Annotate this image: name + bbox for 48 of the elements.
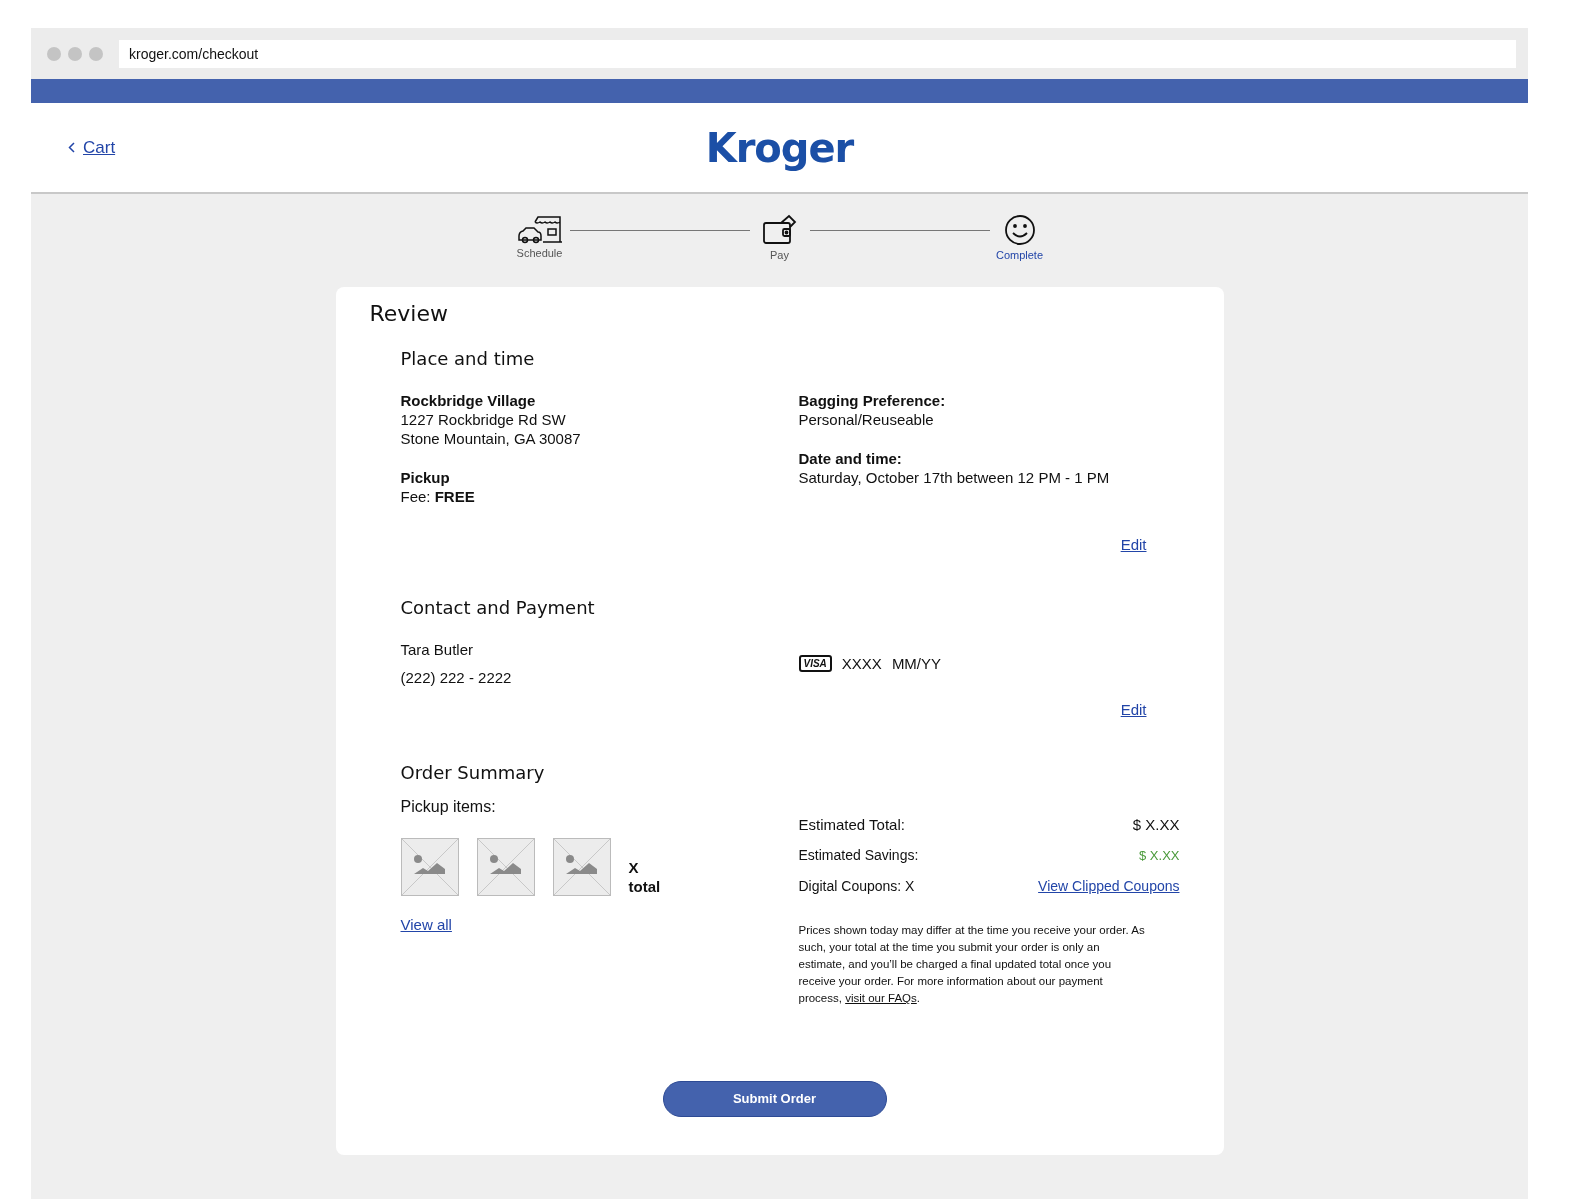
item-count: X <box>628 858 640 877</box>
card-number: XXXX <box>841 655 882 672</box>
estimated-total-value: $ X.XX <box>1132 815 1180 834</box>
window-control-dot[interactable] <box>89 46 103 61</box>
section-heading: Order Summary <box>400 762 546 783</box>
pickup-label: Pickup <box>400 468 451 487</box>
address-line: Stone Mountain, GA 30087 <box>400 429 582 448</box>
address-bar[interactable]: kroger.com/checkout <box>119 39 1516 68</box>
date-value: Saturday, October 17th between 12 PM - 1 PM <box>798 468 1111 487</box>
pickup-items-label: Pickup items: <box>400 797 497 816</box>
chevron-left-icon <box>68 142 75 153</box>
contact-phone: (222) 222 - 2222 <box>400 668 513 687</box>
cart-link[interactable]: Cart <box>83 137 116 158</box>
view-all-link[interactable]: View all <box>400 916 452 933</box>
digital-coupons-label: Digital Coupons: X <box>798 877 915 896</box>
smiley-face-icon <box>1003 214 1036 246</box>
card-expiry: MM/YY <box>891 655 942 672</box>
fee-text: Fee: FREE <box>400 487 476 506</box>
step-label: Schedule <box>516 247 563 259</box>
price-disclaimer: Prices shown today may differ at the time you receive your order. As such, your total at the time you submit your order is only an estimate, and you’ll be charged a final updated total once you receive your order. For more information about our payment process, visit our FAQs. <box>798 923 1146 1006</box>
store-name: Rockbridge Village <box>400 391 537 410</box>
image-placeholder <box>552 838 611 896</box>
view-clipped-coupons-link[interactable]: View Clipped Coupons <box>1038 878 1180 894</box>
step-label: Complete <box>995 249 1044 261</box>
contact-name: Tara Butler <box>400 640 475 659</box>
edit-link[interactable]: Edit <box>1120 701 1147 718</box>
submit-order-button[interactable]: Submit Order <box>662 1080 887 1117</box>
estimated-total-label: Estimated Total: <box>798 815 905 834</box>
estimated-savings-label: Estimated Savings: <box>798 846 919 865</box>
section-heading: Contact and Payment <box>400 597 596 618</box>
section-heading: Place and time <box>400 348 536 369</box>
bagging-value: Personal/Reuseable <box>798 410 935 429</box>
date-label: Date and time: <box>798 449 903 468</box>
image-placeholder <box>476 838 535 896</box>
review-title: Review <box>369 301 449 326</box>
estimated-savings-value: $ X.XX <box>1139 848 1180 863</box>
bagging-label: Bagging Preference: <box>798 391 947 410</box>
image-placeholder <box>400 838 459 896</box>
edit-link[interactable]: Edit <box>1120 536 1147 553</box>
wallet-and-card-icon <box>760 214 799 246</box>
card-brand-badge: VISA <box>798 655 832 672</box>
step-label: Pay <box>770 249 789 261</box>
window-control-dot[interactable] <box>68 46 82 61</box>
car-and-storefront-icon <box>516 214 563 244</box>
item-count-label: total <box>628 877 661 896</box>
faq-link[interactable]: visit our FAQs <box>845 992 917 1004</box>
address-line: 1227 Rockbridge Rd SW <box>400 410 567 429</box>
window-control-dot[interactable] <box>47 46 61 61</box>
